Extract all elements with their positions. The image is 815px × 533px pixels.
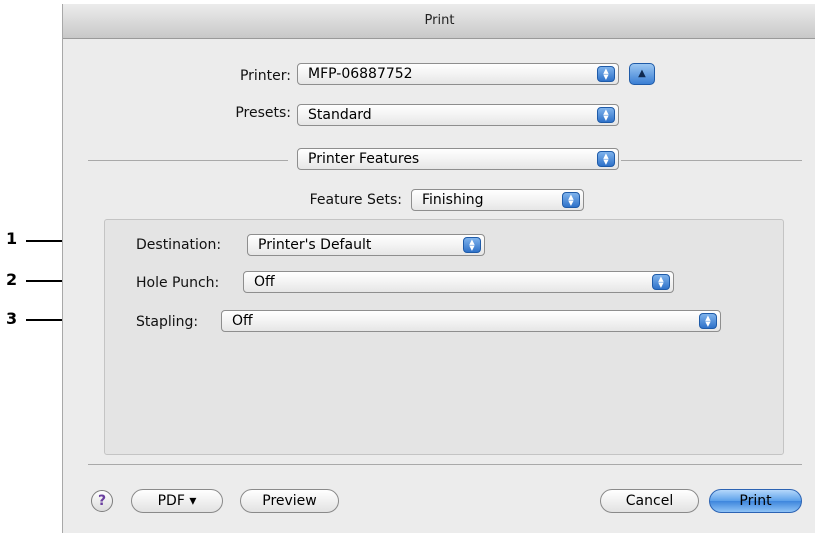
dialog-title: Print	[63, 4, 815, 39]
destination-label: Destination:	[136, 237, 222, 253]
hole-punch-popup[interactable]: Off ▲ ▼	[243, 271, 674, 293]
printer-label: Printer:	[239, 68, 291, 84]
print-button[interactable]: Print	[709, 489, 802, 513]
callout-number-3: 3	[6, 309, 18, 328]
disclosure-triangle-button[interactable]: ▲	[629, 63, 655, 85]
updown-arrows-icon: ▲ ▼	[562, 192, 580, 208]
question-mark-icon: ?	[97, 493, 107, 509]
separator-left	[88, 160, 288, 161]
triangle-up-icon: ▲	[638, 68, 646, 79]
panel-value: Printer Features	[308, 151, 420, 167]
feature-sets-label: Feature Sets:	[309, 192, 402, 208]
destination-value: Printer's Default	[258, 237, 372, 253]
separator-right	[621, 160, 802, 161]
hole-punch-value: Off	[254, 274, 275, 290]
updown-arrows-icon: ▲ ▼	[597, 107, 615, 123]
updown-arrows-icon: ▲ ▼	[597, 151, 615, 167]
updown-arrows-icon: ▲ ▼	[597, 66, 615, 82]
hole-punch-label: Hole Punch:	[136, 275, 220, 291]
presets-popup[interactable]: Standard ▲ ▼	[297, 104, 619, 126]
stapling-popup[interactable]: Off ▲ ▼	[221, 310, 721, 332]
printer-popup[interactable]: MFP-06887752 ▲ ▼	[297, 63, 619, 85]
preview-button[interactable]: Preview	[240, 489, 339, 513]
updown-arrows-icon: ▲ ▼	[699, 313, 717, 329]
bottom-separator	[88, 464, 802, 465]
help-button[interactable]: ?	[91, 490, 113, 512]
feature-sets-popup[interactable]: Finishing ▲ ▼	[411, 189, 584, 211]
stapling-value: Off	[232, 313, 253, 329]
stapling-label: Stapling:	[136, 314, 199, 330]
callout-number-1: 1	[6, 229, 18, 248]
cancel-button[interactable]: Cancel	[600, 489, 699, 513]
updown-arrows-icon: ▲ ▼	[463, 237, 481, 253]
panel-popup[interactable]: Printer Features ▲ ▼	[297, 148, 619, 170]
feature-sets-value: Finishing	[422, 192, 484, 208]
pdf-menu-button[interactable]: PDF ▾	[131, 489, 223, 513]
destination-popup[interactable]: Printer's Default ▲ ▼	[247, 234, 485, 256]
presets-value: Standard	[308, 107, 372, 123]
print-dialog: Print Printer: MFP-06887752 ▲ ▼ ▲ Presets…	[62, 4, 815, 533]
callout-number-2: 2	[6, 270, 18, 289]
presets-label: Presets:	[235, 105, 291, 121]
updown-arrows-icon: ▲ ▼	[652, 274, 670, 290]
printer-value: MFP-06887752	[308, 66, 413, 82]
